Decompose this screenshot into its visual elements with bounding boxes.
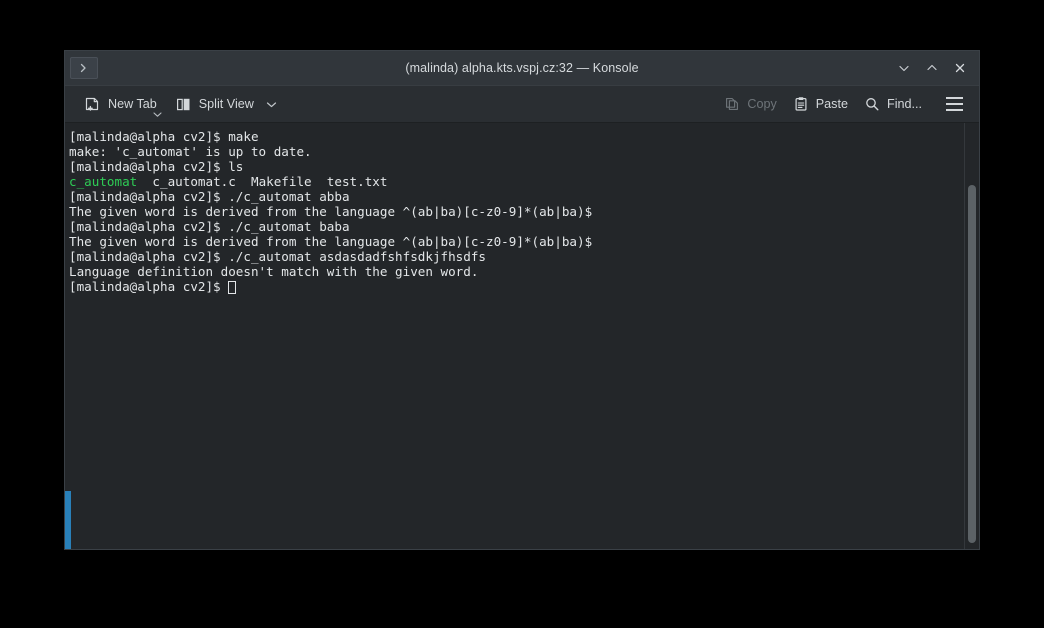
terminal-line: [malinda@alpha cv2]$ ./c_automat asdasda…: [69, 249, 964, 264]
terminal-text: [malinda@alpha cv2]$ ls: [69, 159, 244, 174]
terminal-line: make: 'c_automat' is up to date.: [69, 144, 964, 159]
terminal-line: c_automat c_automat.c Makefile test.txt: [69, 174, 964, 189]
desktop-background: (malinda) alpha.kts.vspj.cz:32 — Konsole: [0, 0, 1044, 628]
scrollbar-thumb[interactable]: [968, 185, 976, 543]
find-button[interactable]: Find...: [857, 90, 929, 118]
split-view-chevron-down-icon[interactable]: [265, 100, 278, 109]
paste-label: Paste: [815, 97, 848, 112]
terminal-line: Language definition doesn't match with t…: [69, 264, 964, 279]
minimize-button[interactable]: [891, 55, 917, 81]
terminal-line: [malinda@alpha cv2]$: [69, 279, 964, 294]
terminal-text: [malinda@alpha cv2]$ ./c_automat baba: [69, 219, 350, 234]
new-tab-button[interactable]: New Tab: [77, 90, 164, 118]
window-title: (malinda) alpha.kts.vspj.cz:32 — Konsole: [405, 61, 639, 75]
terminal-line: The given word is derived from the langu…: [69, 204, 964, 219]
terminal-scrollbar[interactable]: [964, 123, 979, 549]
maximize-button[interactable]: [919, 55, 945, 81]
new-tab-dropdown-chevron-down-icon[interactable]: [152, 111, 163, 118]
executable-filename: c_automat: [69, 174, 138, 189]
close-button[interactable]: [947, 55, 973, 81]
main-toolbar: New Tab Split View Copy Paste Find...: [65, 85, 979, 123]
split-view-icon: [175, 96, 192, 113]
window-controls: [891, 55, 977, 81]
terminal-cursor: [228, 280, 236, 294]
split-view-label: Split View: [198, 97, 254, 112]
terminal-activity-accent-bar: [65, 491, 71, 549]
split-view-button[interactable]: Split View: [168, 90, 285, 118]
terminal-lines: [malinda@alpha cv2]$ make make: 'c_automa…: [69, 129, 964, 294]
terminal-area: [malinda@alpha cv2]$ make make: 'c_automa…: [65, 123, 979, 549]
copy-label: Copy: [747, 97, 777, 112]
terminal-line: [malinda@alpha cv2]$ make: [69, 129, 964, 144]
paste-button[interactable]: Paste: [786, 90, 855, 118]
copy-icon: [724, 96, 740, 112]
terminal-text: c_automat.c Makefile test.txt: [137, 174, 388, 189]
terminal-text: The given word is derived from the langu…: [69, 204, 593, 219]
terminal-text: Language definition doesn't match with t…: [69, 264, 479, 279]
terminal-line: [malinda@alpha cv2]$ ./c_automat abba: [69, 189, 964, 204]
copy-button[interactable]: Copy: [717, 90, 783, 118]
terminal-text: [malinda@alpha cv2]$ ./c_automat asdasda…: [69, 249, 487, 264]
search-magnifier-icon: [864, 96, 880, 112]
hamburger-menu-icon[interactable]: [939, 90, 969, 118]
new-tab-label: New Tab: [108, 97, 157, 112]
terminal-line: [malinda@alpha cv2]$ ls: [69, 159, 964, 174]
terminal-text: [malinda@alpha cv2]$ make: [69, 129, 259, 144]
terminal-text: The given word is derived from the langu…: [69, 234, 593, 249]
toolbar-right-group: Copy Paste Find...: [717, 90, 969, 118]
terminal-text: [malinda@alpha cv2]$ ./c_automat abba: [69, 189, 350, 204]
find-label: Find...: [887, 97, 922, 112]
terminal-line: The given word is derived from the langu…: [69, 234, 964, 249]
terminal-text: make: 'c_automat' is up to date.: [69, 144, 312, 159]
terminal-output[interactable]: [malinda@alpha cv2]$ make make: 'c_automa…: [65, 123, 964, 549]
window-titlebar[interactable]: (malinda) alpha.kts.vspj.cz:32 — Konsole: [65, 51, 979, 85]
terminal-text: [malinda@alpha cv2]$: [69, 279, 229, 294]
terminal-line: [malinda@alpha cv2]$ ./c_automat baba: [69, 219, 964, 234]
konsole-window: (malinda) alpha.kts.vspj.cz:32 — Konsole: [64, 50, 980, 550]
new-tab-icon: [84, 96, 101, 113]
paste-clipboard-icon: [793, 96, 809, 112]
shell-prompt-icon[interactable]: [70, 57, 98, 79]
